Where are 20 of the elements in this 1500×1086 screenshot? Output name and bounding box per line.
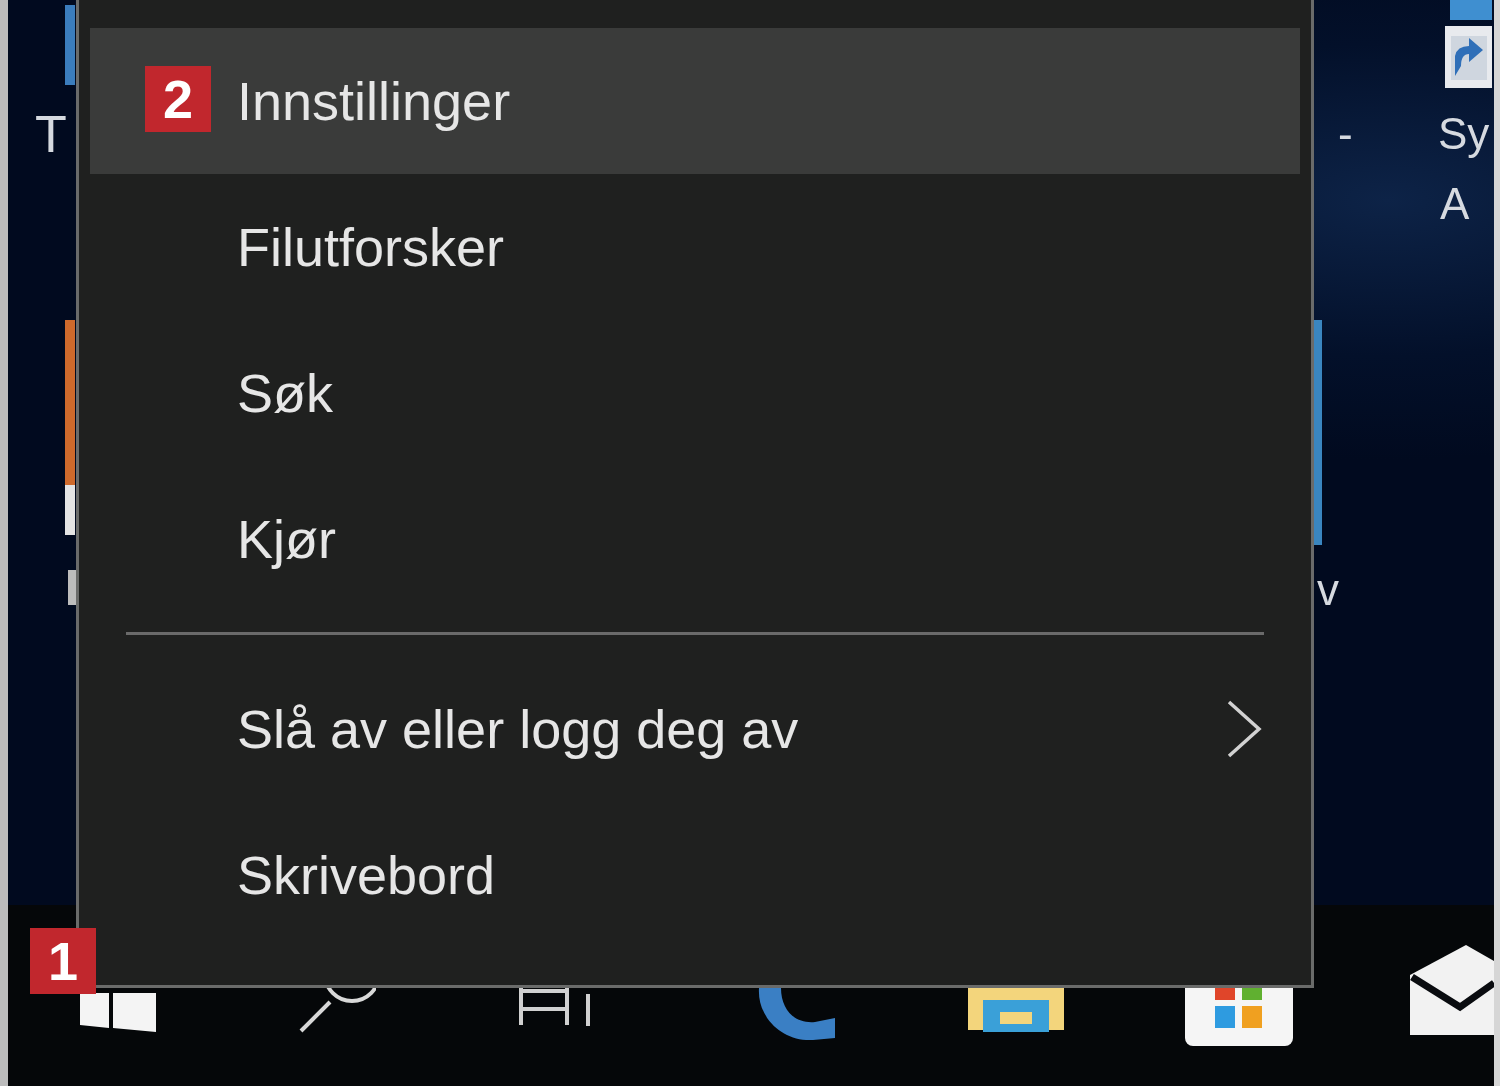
desktop-icon-label: T bbox=[35, 108, 67, 160]
callout-number: 2 bbox=[145, 66, 211, 132]
envelope-icon[interactable] bbox=[1408, 945, 1494, 1037]
menu-item[interactable]: Slå av eller logg deg av bbox=[90, 656, 1300, 802]
menu-item[interactable]: Kjør bbox=[90, 466, 1300, 612]
partial-icon bbox=[65, 320, 75, 535]
desktop-icon-label: A bbox=[1440, 182, 1470, 226]
desktop-icon-label: Sy bbox=[1438, 112, 1490, 156]
partial-icon bbox=[68, 570, 76, 605]
desktop-icon-label: v bbox=[1317, 568, 1339, 612]
partial-icon bbox=[1450, 0, 1492, 20]
partial-icon bbox=[1314, 320, 1322, 545]
menu-item[interactable]: Filutforsker bbox=[90, 174, 1300, 320]
callout-number: 1 bbox=[30, 928, 96, 994]
tile-grid-icon[interactable] bbox=[1185, 988, 1293, 1046]
menu-item[interactable]: Søk bbox=[90, 320, 1300, 466]
line-frame-icon[interactable] bbox=[517, 988, 593, 1028]
desktop-icon-label: - bbox=[1338, 112, 1353, 156]
search-icon[interactable] bbox=[298, 988, 376, 1034]
partial-icon bbox=[65, 5, 75, 85]
